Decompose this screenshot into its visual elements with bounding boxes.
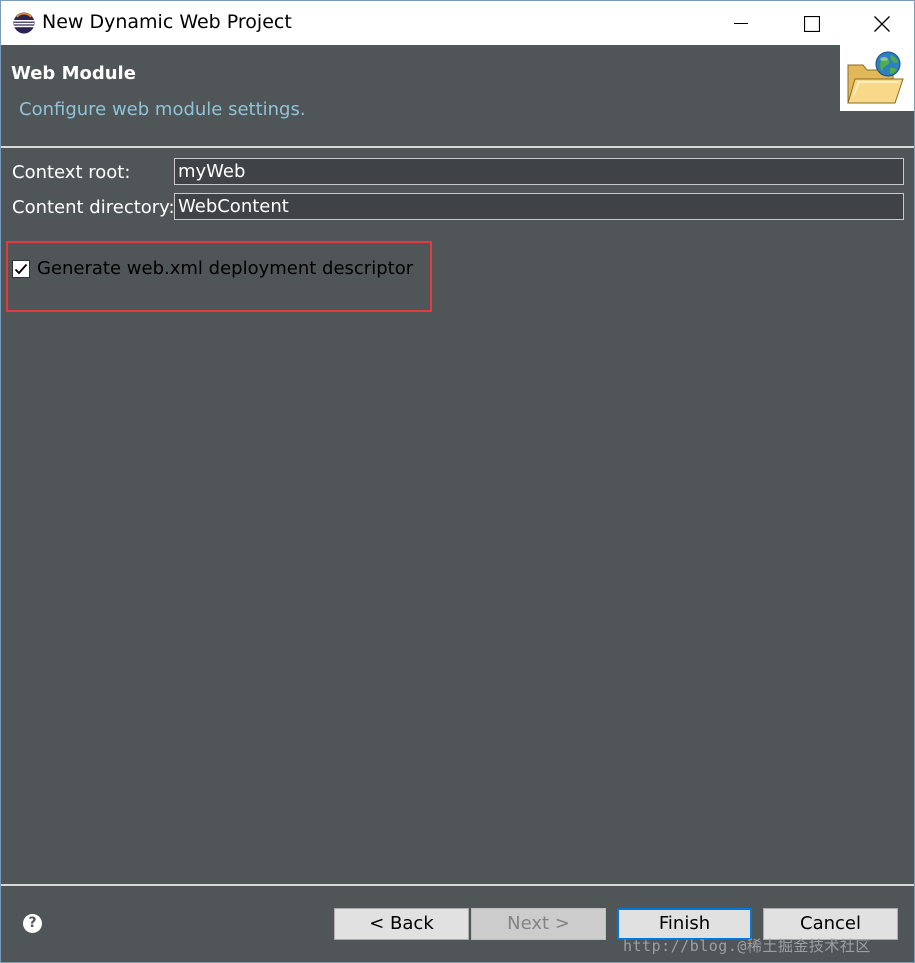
content-directory-input[interactable] xyxy=(174,193,904,220)
help-icon[interactable]: ? xyxy=(23,914,42,933)
new-dynamic-web-project-dialog: New Dynamic Web Project Web Module Confi… xyxy=(0,0,915,963)
maximize-icon xyxy=(804,16,820,32)
window-title: New Dynamic Web Project xyxy=(42,11,292,33)
context-root-label: Context root: xyxy=(12,162,131,183)
wizard-header: Web Module Configure web module settings… xyxy=(1,45,914,146)
maximize-button[interactable] xyxy=(776,1,846,45)
wizard-banner-image xyxy=(840,45,914,111)
generate-descriptor-label[interactable]: Generate web.xml deployment descriptor xyxy=(37,258,413,279)
page-description: Configure web module settings. xyxy=(19,99,306,120)
minimize-icon xyxy=(734,23,748,24)
title-bar[interactable]: New Dynamic Web Project xyxy=(1,1,914,45)
back-button[interactable]: < Back xyxy=(334,908,469,940)
content-directory-label: Content directory: xyxy=(12,197,175,218)
checkmark-icon xyxy=(14,263,28,275)
close-button[interactable] xyxy=(846,1,914,45)
generate-descriptor-checkbox[interactable] xyxy=(12,260,30,278)
minimize-button[interactable] xyxy=(706,1,776,45)
web-project-folder-globe-icon xyxy=(847,51,904,104)
header-separator xyxy=(1,146,914,148)
footer-separator xyxy=(1,884,914,886)
page-title: Web Module xyxy=(11,63,136,84)
watermark: http://blog.@稀土掘金技术社区 xyxy=(623,937,871,955)
next-button[interactable]: Next > xyxy=(471,908,606,940)
close-icon xyxy=(874,16,890,32)
eclipse-icon xyxy=(13,12,35,34)
context-root-input[interactable] xyxy=(174,158,904,185)
